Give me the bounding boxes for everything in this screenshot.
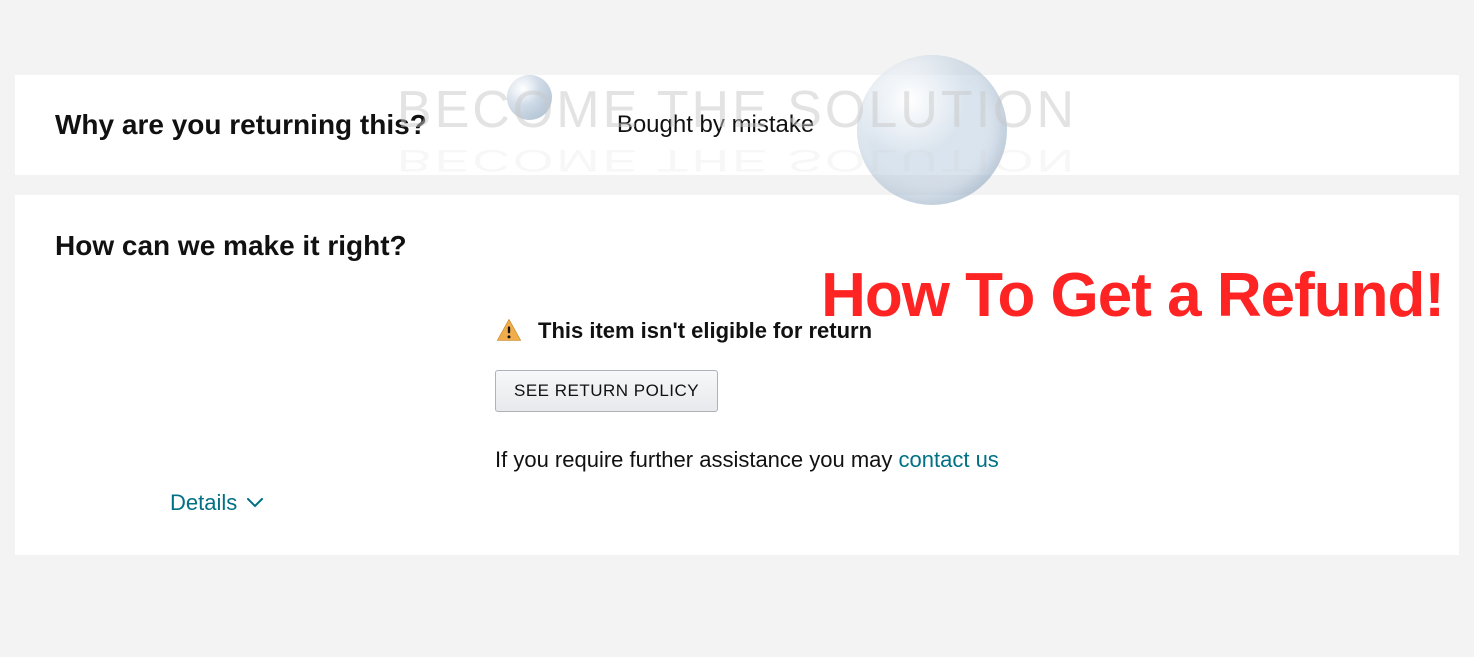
details-toggle[interactable]: Details [170,490,263,516]
return-reason-heading: Why are you returning this? [55,109,427,141]
article-title-overlay: How To Get a Refund! [821,260,1444,331]
chevron-down-icon [247,498,263,508]
assistance-text: If you require further assistance you ma… [495,447,1419,473]
resolution-card: How can we make it right? This item isn'… [15,195,1459,555]
warning-icon [495,317,523,345]
resolution-content: This item isn't eligible for return SEE … [495,317,1419,473]
resolution-heading: How can we make it right? [55,230,1419,262]
return-reason-card: Why are you returning this? Bought by mi… [15,75,1459,175]
details-label: Details [170,490,237,516]
contact-us-link[interactable]: contact us [899,447,999,472]
see-return-policy-button[interactable]: SEE RETURN POLICY [495,370,718,412]
assistance-prefix: If you require further assistance you ma… [495,447,899,472]
return-reason-value: Bought by mistake [617,111,814,139]
